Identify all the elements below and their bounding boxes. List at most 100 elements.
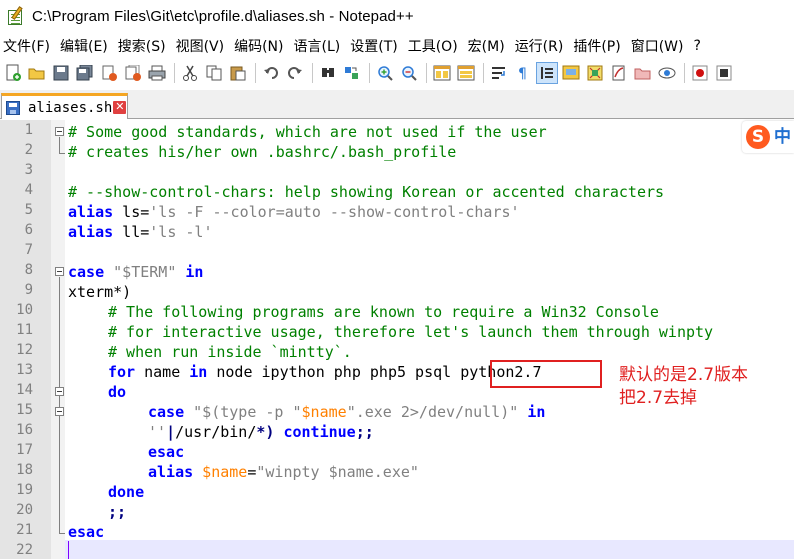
line-number: 10 xyxy=(16,302,33,318)
menu-edit[interactable]: 编辑(E) xyxy=(56,36,112,56)
ime-logo-icon: S xyxy=(746,125,770,149)
toolbar-separator xyxy=(684,63,685,83)
code-line: # Some good standards, which are not use… xyxy=(68,123,547,141)
tab-label: aliases.sh xyxy=(28,99,113,116)
line-number: 3 xyxy=(24,162,33,178)
toolbar-separator xyxy=(255,63,256,83)
line-number: 16 xyxy=(16,422,33,438)
new-file-icon[interactable] xyxy=(2,62,24,84)
copy-icon[interactable] xyxy=(203,62,225,84)
sync-h-icon[interactable] xyxy=(455,62,477,84)
annotation-text: 默认的是2.7版本 把2.7去掉 xyxy=(619,364,748,410)
tab-bar: aliases.sh ✕ xyxy=(0,90,794,119)
line-number: 4 xyxy=(24,182,33,198)
menu-search[interactable]: 搜索(S) xyxy=(114,36,170,56)
editor[interactable]: 1 2 3 4 5 6 7 8 9 10 11 12 13 14 15 16 1… xyxy=(0,120,794,559)
code-line: # for interactive usage, therefore let's… xyxy=(108,323,714,341)
close-all-icon[interactable] xyxy=(122,62,144,84)
line-number: 6 xyxy=(24,222,33,238)
code-line: alias ll='ls -l' xyxy=(68,223,213,241)
doc-map-icon[interactable] xyxy=(560,62,582,84)
code-line: # creates his/her own .bashrc/.bash_prof… xyxy=(68,143,457,161)
show-all-chars-icon[interactable]: ¶ xyxy=(512,62,534,84)
menu-language[interactable]: 语言(L) xyxy=(290,36,345,56)
line-number: 2 xyxy=(24,142,33,158)
open-file-icon[interactable] xyxy=(26,62,48,84)
toolbar-separator xyxy=(312,63,313,83)
sync-v-icon[interactable] xyxy=(431,62,453,84)
menu-run[interactable]: 运行(R) xyxy=(511,36,568,56)
redo-icon[interactable] xyxy=(284,62,306,84)
code-line: # when run inside `mintty`. xyxy=(108,343,352,361)
code-line: alias $name="winpty $name.exe" xyxy=(148,463,419,481)
line-number: 21 xyxy=(16,522,33,538)
record-macro-icon[interactable] xyxy=(689,62,711,84)
line-number: 7 xyxy=(24,242,33,258)
undo-icon[interactable] xyxy=(260,62,282,84)
line-number: 8 xyxy=(24,262,33,278)
monitor-icon[interactable] xyxy=(656,62,678,84)
paste-icon[interactable] xyxy=(227,62,249,84)
code-line: xterm*) xyxy=(68,283,132,301)
annotation-line: 把2.7去掉 xyxy=(619,388,698,408)
line-number: 12 xyxy=(16,342,33,358)
close-icon[interactable] xyxy=(98,62,120,84)
menu-macro[interactable]: 宏(M) xyxy=(464,36,509,56)
folder-icon[interactable] xyxy=(632,62,654,84)
tab-close-icon[interactable]: ✕ xyxy=(113,101,127,114)
highlight-box xyxy=(490,360,602,388)
print-icon[interactable] xyxy=(146,62,168,84)
stop-macro-icon[interactable] xyxy=(713,62,735,84)
replace-icon[interactable] xyxy=(341,62,363,84)
menu-help[interactable]: ? xyxy=(690,38,705,54)
window-title: C:\Program Files\Git\etc\profile.d\alias… xyxy=(32,7,414,25)
menu-encoding[interactable]: 编码(N) xyxy=(230,36,287,56)
code-line: case "$(type -p "$name".exe 2>/dev/null)… xyxy=(148,403,546,421)
menu-bar: 文件(F) 编辑(E) 搜索(S) 视图(V) 编码(N) 语言(L) 设置(T… xyxy=(0,34,794,58)
code-line: done xyxy=(108,483,145,501)
find-icon[interactable] xyxy=(317,62,339,84)
zoom-out-icon[interactable] xyxy=(398,62,420,84)
menu-plugins[interactable]: 插件(P) xyxy=(569,36,624,56)
menu-window[interactable]: 窗口(W) xyxy=(627,36,688,56)
code-line: ;; xyxy=(108,503,127,521)
line-number: 22 xyxy=(16,542,33,558)
menu-tools[interactable]: 工具(O) xyxy=(404,36,462,56)
menu-file[interactable]: 文件(F) xyxy=(0,36,54,56)
toolbar-separator xyxy=(369,63,370,83)
code-line: # The following programs are known to re… xyxy=(108,303,659,321)
toolbar-separator xyxy=(483,63,484,83)
menu-settings[interactable]: 设置(T) xyxy=(346,36,401,56)
line-number: 17 xyxy=(16,442,33,458)
notepadpp-app-icon[interactable] xyxy=(6,6,26,26)
save-icon[interactable] xyxy=(50,62,72,84)
line-number: 14 xyxy=(16,382,33,398)
line-number: 19 xyxy=(16,482,33,498)
line-number: 9 xyxy=(24,282,33,298)
code-line: do xyxy=(108,383,127,401)
title-bar: C:\Program Files\Git\etc\profile.d\alias… xyxy=(0,0,794,32)
line-number: 13 xyxy=(16,362,33,378)
line-number: 20 xyxy=(16,502,33,518)
indent-guide-icon[interactable] xyxy=(536,62,558,84)
zoom-in-icon[interactable] xyxy=(374,62,396,84)
function-list-icon[interactable] xyxy=(584,62,606,84)
ime-mode-indicator[interactable]: 中 xyxy=(774,125,791,149)
cut-icon[interactable] xyxy=(179,62,201,84)
word-wrap-icon[interactable] xyxy=(488,62,510,84)
code-line: alias ls='ls -F --color=auto --show-cont… xyxy=(68,203,520,221)
tab-aliases-sh[interactable]: aliases.sh ✕ xyxy=(1,93,128,119)
line-number: 11 xyxy=(16,322,33,338)
line-number: 1 xyxy=(24,122,33,138)
toolbar-separator xyxy=(426,63,427,83)
line-number: 18 xyxy=(16,462,33,478)
folder-workspace-icon[interactable] xyxy=(608,62,630,84)
code-line: ''|/usr/bin/*) continue;; xyxy=(148,423,374,441)
toolbar-separator xyxy=(174,63,175,83)
line-number: 15 xyxy=(16,402,33,418)
floppy-save-icon xyxy=(6,100,20,115)
save-all-icon[interactable] xyxy=(74,62,96,84)
svg-text:¶: ¶ xyxy=(518,66,527,81)
menu-view[interactable]: 视图(V) xyxy=(172,36,229,56)
ime-toolbar[interactable]: S 中 xyxy=(742,121,794,153)
